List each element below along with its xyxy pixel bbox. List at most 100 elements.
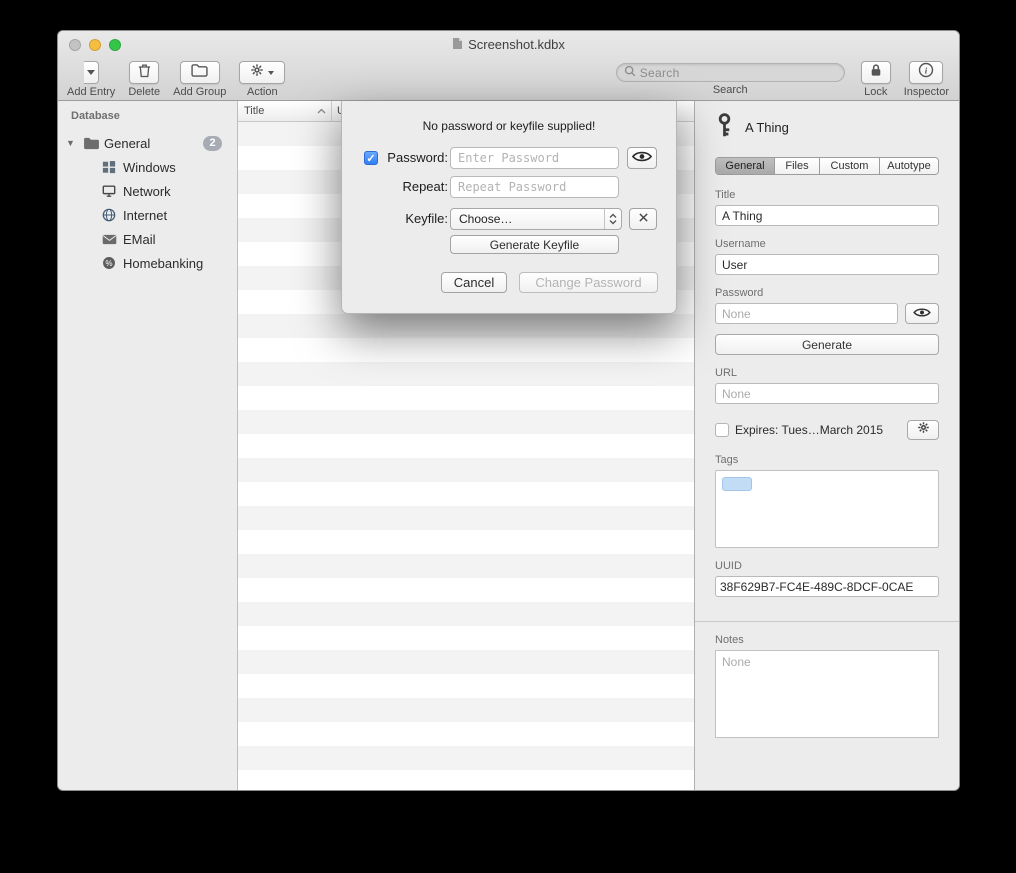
- tab-files[interactable]: Files: [775, 158, 820, 174]
- search-input[interactable]: [640, 66, 837, 80]
- inspector-button[interactable]: i: [909, 61, 943, 84]
- inspector-panel: A Thing General Files Custom Autotype Ti…: [694, 101, 959, 790]
- toolbar: Add Entry Delete: [58, 58, 959, 101]
- eye-icon: [913, 305, 931, 323]
- password-checkbox[interactable]: ✓: [364, 151, 378, 165]
- gear-icon: [250, 63, 264, 82]
- uuid-field[interactable]: [715, 576, 939, 597]
- entry-title: A Thing: [745, 120, 789, 135]
- coin-percent-icon: %: [99, 256, 119, 270]
- sidebar-item-general[interactable]: ▼ General 2: [58, 131, 237, 155]
- title-field[interactable]: [715, 205, 939, 226]
- dialog-reveal-password-button[interactable]: [627, 147, 657, 169]
- dialog-repeat-label: Repeat:: [382, 176, 448, 198]
- window-title: Screenshot.kdbx: [468, 37, 565, 52]
- globe-icon: [99, 208, 119, 222]
- count-badge: 2: [203, 136, 222, 151]
- search-icon: [624, 64, 636, 82]
- sort-ascending-icon: [317, 105, 326, 117]
- section-divider: [695, 621, 959, 622]
- windows-icon: [99, 160, 119, 174]
- eye-icon: [632, 150, 652, 166]
- sidebar-item-windows[interactable]: Windows: [58, 155, 237, 179]
- svg-text:i: i: [925, 66, 928, 76]
- tags-field[interactable]: [715, 470, 939, 548]
- titlebar: Screenshot.kdbx: [58, 31, 959, 58]
- notes-label: Notes: [715, 634, 939, 646]
- close-button[interactable]: [69, 39, 81, 51]
- toolbar-action: Action: [239, 61, 285, 98]
- sidebar-item-network[interactable]: Network: [58, 179, 237, 203]
- uuid-label: UUID: [715, 560, 939, 572]
- keyfile-dropdown[interactable]: Choose…: [450, 208, 622, 230]
- dialog-password-label: Password:: [382, 147, 448, 169]
- generate-keyfile-button[interactable]: Generate Keyfile: [450, 235, 619, 254]
- zoom-button[interactable]: [109, 39, 121, 51]
- dialog-message: No password or keyfile supplied!: [342, 119, 676, 133]
- toolbar-add-group: Add Group: [173, 61, 226, 98]
- generate-button[interactable]: Generate: [715, 334, 939, 355]
- disclosure-triangle[interactable]: ▼: [66, 138, 80, 148]
- tab-autotype[interactable]: Autotype: [880, 158, 938, 174]
- delete-button[interactable]: [129, 61, 159, 84]
- folder-icon: [80, 137, 102, 150]
- sidebar-item-homebanking[interactable]: % Homebanking: [58, 251, 237, 275]
- close-icon: [638, 212, 649, 226]
- password-label: Password: [715, 287, 939, 299]
- lock-icon: [870, 63, 882, 82]
- window-chrome: Screenshot.kdbx Add Entry: [58, 31, 959, 101]
- monitor-icon: [99, 184, 119, 198]
- change-password-button: Change Password: [519, 272, 658, 293]
- add-entry-dropdown[interactable]: [84, 61, 99, 84]
- toolbar-delete: Delete: [128, 61, 160, 98]
- url-label: URL: [715, 367, 939, 379]
- tag-chip: [722, 477, 752, 491]
- password-field[interactable]: [715, 303, 898, 324]
- toolbar-add-entry: Add Entry: [67, 61, 115, 98]
- key-icon: [715, 112, 734, 143]
- change-password-dialog: No password or keyfile supplied! ✓ Passw…: [341, 101, 677, 314]
- lock-button[interactable]: [861, 61, 891, 84]
- expires-settings-button[interactable]: [907, 420, 939, 440]
- clear-keyfile-button[interactable]: [629, 208, 657, 230]
- sidebar: Database ▼ General 2 Windows: [58, 101, 238, 790]
- dialog-repeat-input[interactable]: [450, 176, 619, 198]
- sidebar-item-email[interactable]: EMail: [58, 227, 237, 251]
- folder-plus-icon: [191, 64, 208, 82]
- title-label: Title: [715, 189, 939, 201]
- chevron-down-icon: [268, 71, 274, 75]
- toolbar-lock: Lock: [861, 61, 891, 98]
- dialog-keyfile-label: Keyfile:: [382, 208, 448, 230]
- expires-checkbox[interactable]: [715, 423, 729, 437]
- document-icon: [452, 37, 463, 53]
- svg-text:%: %: [106, 259, 113, 268]
- info-icon: i: [918, 62, 934, 83]
- expires-label: Expires: Tues…March 2015: [735, 423, 907, 437]
- tags-label: Tags: [715, 454, 939, 466]
- sidebar-item-internet[interactable]: Internet: [58, 203, 237, 227]
- reveal-password-button[interactable]: [905, 303, 939, 324]
- url-field[interactable]: [715, 383, 939, 404]
- envelope-icon: [99, 234, 119, 245]
- inspector-tabs: General Files Custom Autotype: [715, 157, 939, 175]
- column-header-title[interactable]: Title: [238, 101, 332, 121]
- sidebar-section-header: Database: [58, 110, 237, 122]
- tab-custom[interactable]: Custom: [820, 158, 880, 174]
- screenshot-stage: Screenshot.kdbx Add Entry: [0, 0, 1016, 873]
- gear-icon: [917, 421, 930, 439]
- expires-row: Expires: Tues…March 2015: [715, 420, 939, 440]
- add-group-button[interactable]: [180, 61, 220, 84]
- app-window: Screenshot.kdbx Add Entry: [57, 30, 960, 791]
- minimize-button[interactable]: [89, 39, 101, 51]
- toolbar-search: Search: [616, 61, 845, 96]
- cancel-button[interactable]: Cancel: [441, 272, 507, 293]
- notes-field[interactable]: [715, 650, 939, 738]
- tab-general[interactable]: General: [716, 158, 775, 174]
- username-field[interactable]: [715, 254, 939, 275]
- username-label: Username: [715, 238, 939, 250]
- entry-header: A Thing: [715, 113, 939, 141]
- action-button[interactable]: [239, 61, 285, 84]
- toolbar-inspector: i Inspector: [904, 61, 949, 98]
- dialog-password-input[interactable]: [450, 147, 619, 169]
- search-field[interactable]: [616, 63, 845, 82]
